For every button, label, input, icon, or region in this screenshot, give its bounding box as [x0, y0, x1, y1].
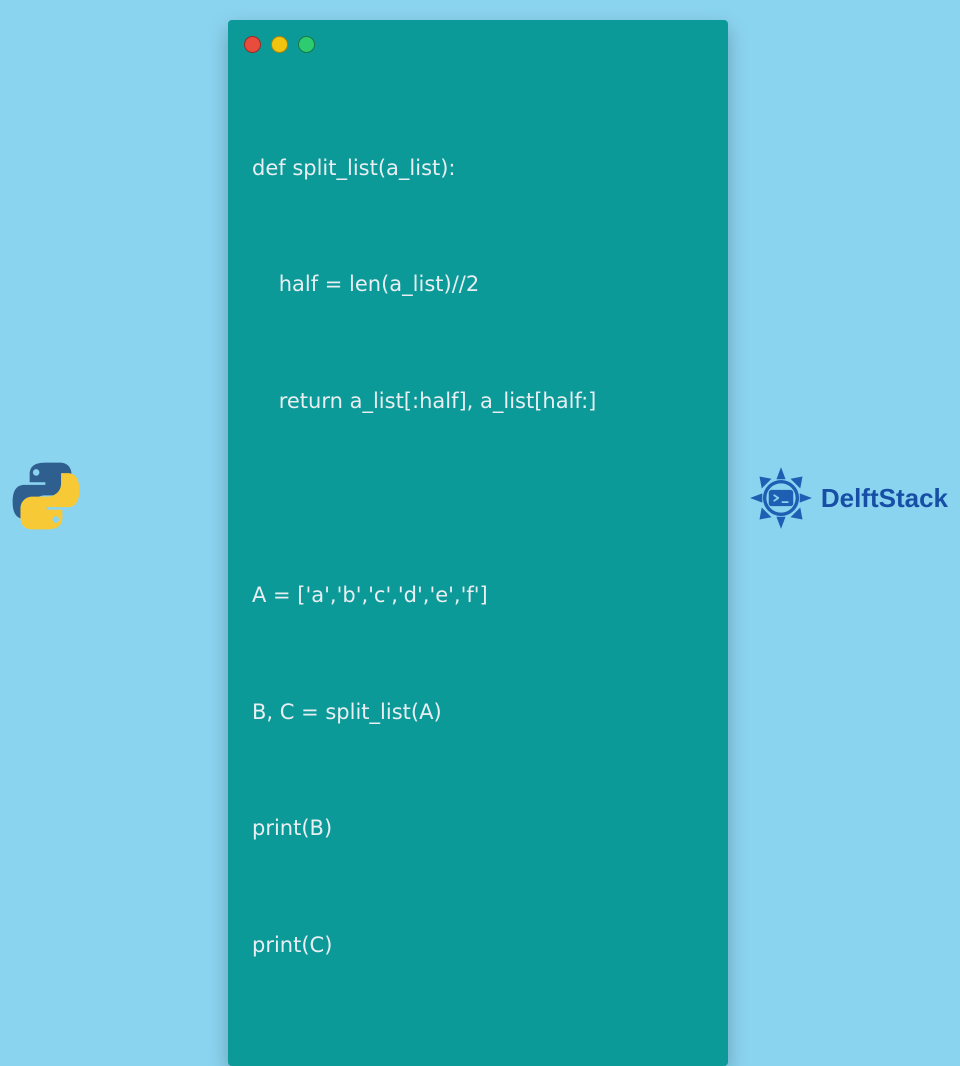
code-block: def split_list(a_list): half = len(a_lis…	[228, 61, 728, 1046]
close-icon	[244, 36, 261, 53]
code-window: def split_list(a_list): half = len(a_lis…	[228, 20, 728, 1066]
code-line: def split_list(a_list):	[252, 149, 704, 188]
maximize-icon	[298, 36, 315, 53]
code-line: print(C)	[252, 926, 704, 965]
code-line: half = len(a_list)//2	[252, 265, 704, 304]
delftstack-logo: DelftStack	[747, 464, 948, 532]
brand-name: DelftStack	[821, 483, 948, 514]
window-titlebar	[228, 20, 728, 61]
python-logo-icon	[10, 460, 82, 532]
code-line: return a_list[:half], a_list[half:]	[252, 382, 704, 421]
delftstack-badge-icon	[747, 464, 815, 532]
code-line: A = ['a','b','c','d','e','f']	[252, 576, 704, 615]
minimize-icon	[271, 36, 288, 53]
code-line: print(B)	[252, 809, 704, 848]
code-line: B, C = split_list(A)	[252, 693, 704, 732]
